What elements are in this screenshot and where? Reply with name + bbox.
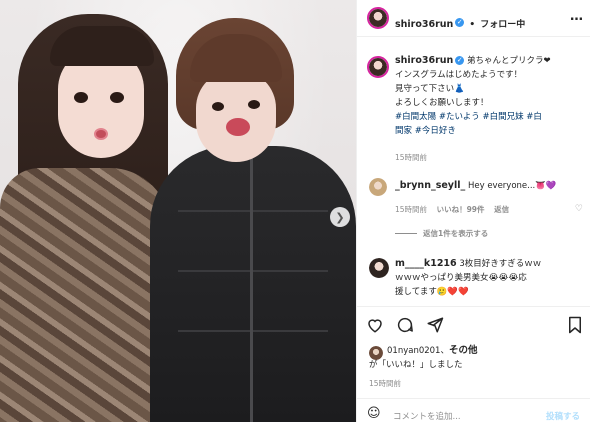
photo-subject-right-face — [196, 70, 276, 162]
comment-username[interactable]: _brynn_seyll_ — [395, 180, 465, 191]
jacket-seam — [178, 330, 328, 332]
view-replies[interactable]: 返信1件を表示する — [357, 226, 590, 242]
comment-item: m____k1216 3枚目好きすぎるｗｗ ｗｗｗやっぱり美男美女😭😭😭応 援し… — [357, 254, 590, 304]
verified-badge-icon: ✓ — [455, 18, 465, 27]
carousel-next-button[interactable]: ❯ — [330, 207, 350, 227]
post-timestamp[interactable]: 15時間前 — [369, 378, 401, 389]
comment-username[interactable]: m____k1216 — [395, 258, 457, 269]
photo-eye — [248, 100, 260, 109]
jacket-seam — [178, 210, 328, 212]
footer-divider — [357, 398, 590, 399]
comment-body: Hey everyone...👅💜 — [467, 181, 557, 191]
actions-divider — [357, 306, 590, 307]
emoji-icon[interactable]: ☺ — [367, 406, 381, 421]
commenter-avatar[interactable] — [369, 258, 389, 278]
caption-line: 弟ちゃんとプリクラ❤ — [467, 56, 551, 66]
comment-body: 援してます🥲❤️❤️ — [395, 287, 469, 297]
send-icon — [427, 317, 444, 333]
photo-eye — [212, 102, 224, 111]
author-avatar[interactable] — [367, 7, 389, 29]
bookmark-icon — [569, 316, 581, 334]
post-comment-button[interactable]: 投稿する — [546, 410, 580, 422]
comment-button[interactable] — [395, 315, 415, 335]
add-comment-input[interactable]: コメントを追加... — [393, 410, 461, 422]
photo-subject-right-jacket — [150, 146, 356, 422]
caption-timestamp[interactable]: 15時間前 — [395, 152, 427, 163]
caption-text: shiro36run ✓ 弟ちゃんとプリクラ❤ インスグラムはじめたようです！ 見… — [395, 54, 585, 138]
likes-text: が「いいね！」しました — [369, 360, 463, 370]
chevron-right-icon: ❯ — [335, 210, 345, 224]
photo-subject-left-bangs — [50, 26, 154, 66]
photo-subject-left-coat — [0, 168, 170, 422]
post-side-panel: shiro36run ✓ • フォロー中 … shiro36run ✓ 弟ちゃんとプ… — [356, 0, 590, 422]
comment-icon — [397, 317, 413, 333]
jacket-seam — [178, 270, 328, 272]
comment-likes[interactable]: いいね！99件 — [437, 205, 485, 214]
comment-text: _brynn_seyll_ Hey everyone...👅💜 — [395, 179, 556, 193]
likes-line: 01nyan0201、その他 — [387, 344, 477, 358]
more-options-icon[interactable]: … — [570, 9, 583, 24]
author-username[interactable]: shiro36run — [395, 19, 453, 30]
caption-avatar[interactable] — [367, 56, 389, 78]
caption-line: よろしくお願いします！ — [395, 98, 489, 108]
action-bar — [357, 312, 590, 340]
verified-badge-icon: ✓ — [455, 56, 465, 65]
photo-eye — [110, 92, 124, 103]
liker-username[interactable]: 01nyan0201、 — [387, 346, 449, 356]
jacket-zipper — [250, 150, 253, 422]
following-button[interactable]: フォロー中 — [480, 20, 525, 30]
comment-reply-button[interactable]: 返信 — [494, 205, 509, 214]
post-header: shiro36run ✓ • フォロー中 … — [357, 0, 590, 36]
comment-meta: 15時間前 いいね！99件 返信 — [395, 204, 509, 215]
photo-eye — [74, 92, 88, 103]
header-divider — [357, 36, 590, 37]
commenter-avatar[interactable] — [369, 178, 387, 196]
view-replies-line — [395, 233, 417, 234]
caption-hashtags[interactable]: #白間太陽 #たいよう #白間兄妹 #白 — [395, 110, 585, 124]
like-button[interactable] — [365, 315, 385, 335]
view-replies-button[interactable]: 返信1件を表示する — [423, 228, 488, 239]
save-button[interactable] — [565, 315, 585, 335]
photo-mouth — [94, 128, 108, 140]
photo-lips — [226, 118, 250, 136]
comment-item: _brynn_seyll_ Hey everyone...👅💜 15時間前 いい… — [357, 176, 590, 216]
caption-username[interactable]: shiro36run — [395, 55, 453, 66]
heart-icon — [368, 319, 382, 333]
likes-others-link[interactable]: その他 — [449, 345, 478, 356]
caption-line: インスグラムはじめたようです！ — [395, 70, 523, 80]
follow-separator: • — [469, 20, 476, 30]
comment-time[interactable]: 15時間前 — [395, 205, 427, 214]
comment-body: 3枚目好きすぎるｗｗ — [459, 259, 542, 269]
comment-body: ｗｗｗやっぱり美男美女😭😭😭応 — [395, 273, 527, 283]
heart-outline-icon[interactable]: ♡ — [575, 204, 583, 214]
share-button[interactable] — [425, 315, 445, 335]
caption-hashtags[interactable]: 間家 #今日好き — [395, 124, 585, 138]
post-photo[interactable]: ❯ — [0, 0, 356, 422]
caption-line: 見守って下さい👗 — [395, 84, 465, 94]
author-line: shiro36run ✓ • フォロー中 — [395, 12, 525, 31]
comment-text: m____k1216 3枚目好きすぎるｗｗ ｗｗｗやっぱり美男美女😭😭😭応 援し… — [395, 257, 585, 299]
post-caption: shiro36run ✓ 弟ちゃんとプリクラ❤ インスグラムはじめたようです！ 見… — [357, 54, 590, 164]
